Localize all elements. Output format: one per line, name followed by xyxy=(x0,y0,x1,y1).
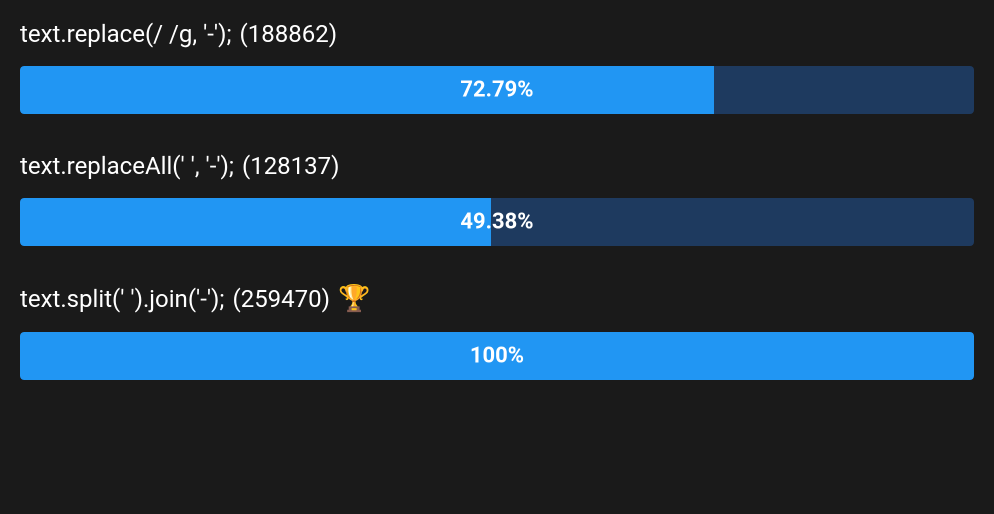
progress-bar: 49.38% xyxy=(20,198,974,246)
progress-bar-value: 100% xyxy=(470,344,524,369)
progress-bar-fill xyxy=(20,198,491,246)
benchmark-item: text.split(' ').join('-'); (259470) 🏆 100% xyxy=(20,284,974,380)
benchmark-item: text.replace(/ /g, '-'); (188862) 72.79% xyxy=(20,20,974,114)
benchmark-label: text.replaceAll(' ', '-'); (128137) xyxy=(20,152,974,180)
benchmark-code: text.replace(/ /g, '-'); xyxy=(20,20,232,48)
progress-bar-fill xyxy=(20,66,714,114)
progress-bar-value: 72.79% xyxy=(460,78,533,103)
trophy-icon: 🏆 xyxy=(338,284,370,314)
progress-bar-value: 49.38% xyxy=(460,210,533,235)
benchmark-item: text.replaceAll(' ', '-'); (128137) 49.38% xyxy=(20,152,974,246)
progress-bar: 100% xyxy=(20,332,974,380)
benchmark-code: text.split(' ').join('-'); xyxy=(20,285,224,313)
benchmark-ops: (259470) xyxy=(232,285,330,313)
benchmark-ops: (128137) xyxy=(242,152,340,180)
benchmark-label: text.split(' ').join('-'); (259470) 🏆 xyxy=(20,284,974,314)
benchmark-ops: (188862) xyxy=(240,20,338,48)
benchmark-list: text.replace(/ /g, '-');(188862)72.79%te… xyxy=(20,20,974,380)
benchmark-label: text.replace(/ /g, '-'); (188862) xyxy=(20,20,974,48)
progress-bar: 72.79% xyxy=(20,66,974,114)
benchmark-code: text.replaceAll(' ', '-'); xyxy=(20,152,234,180)
